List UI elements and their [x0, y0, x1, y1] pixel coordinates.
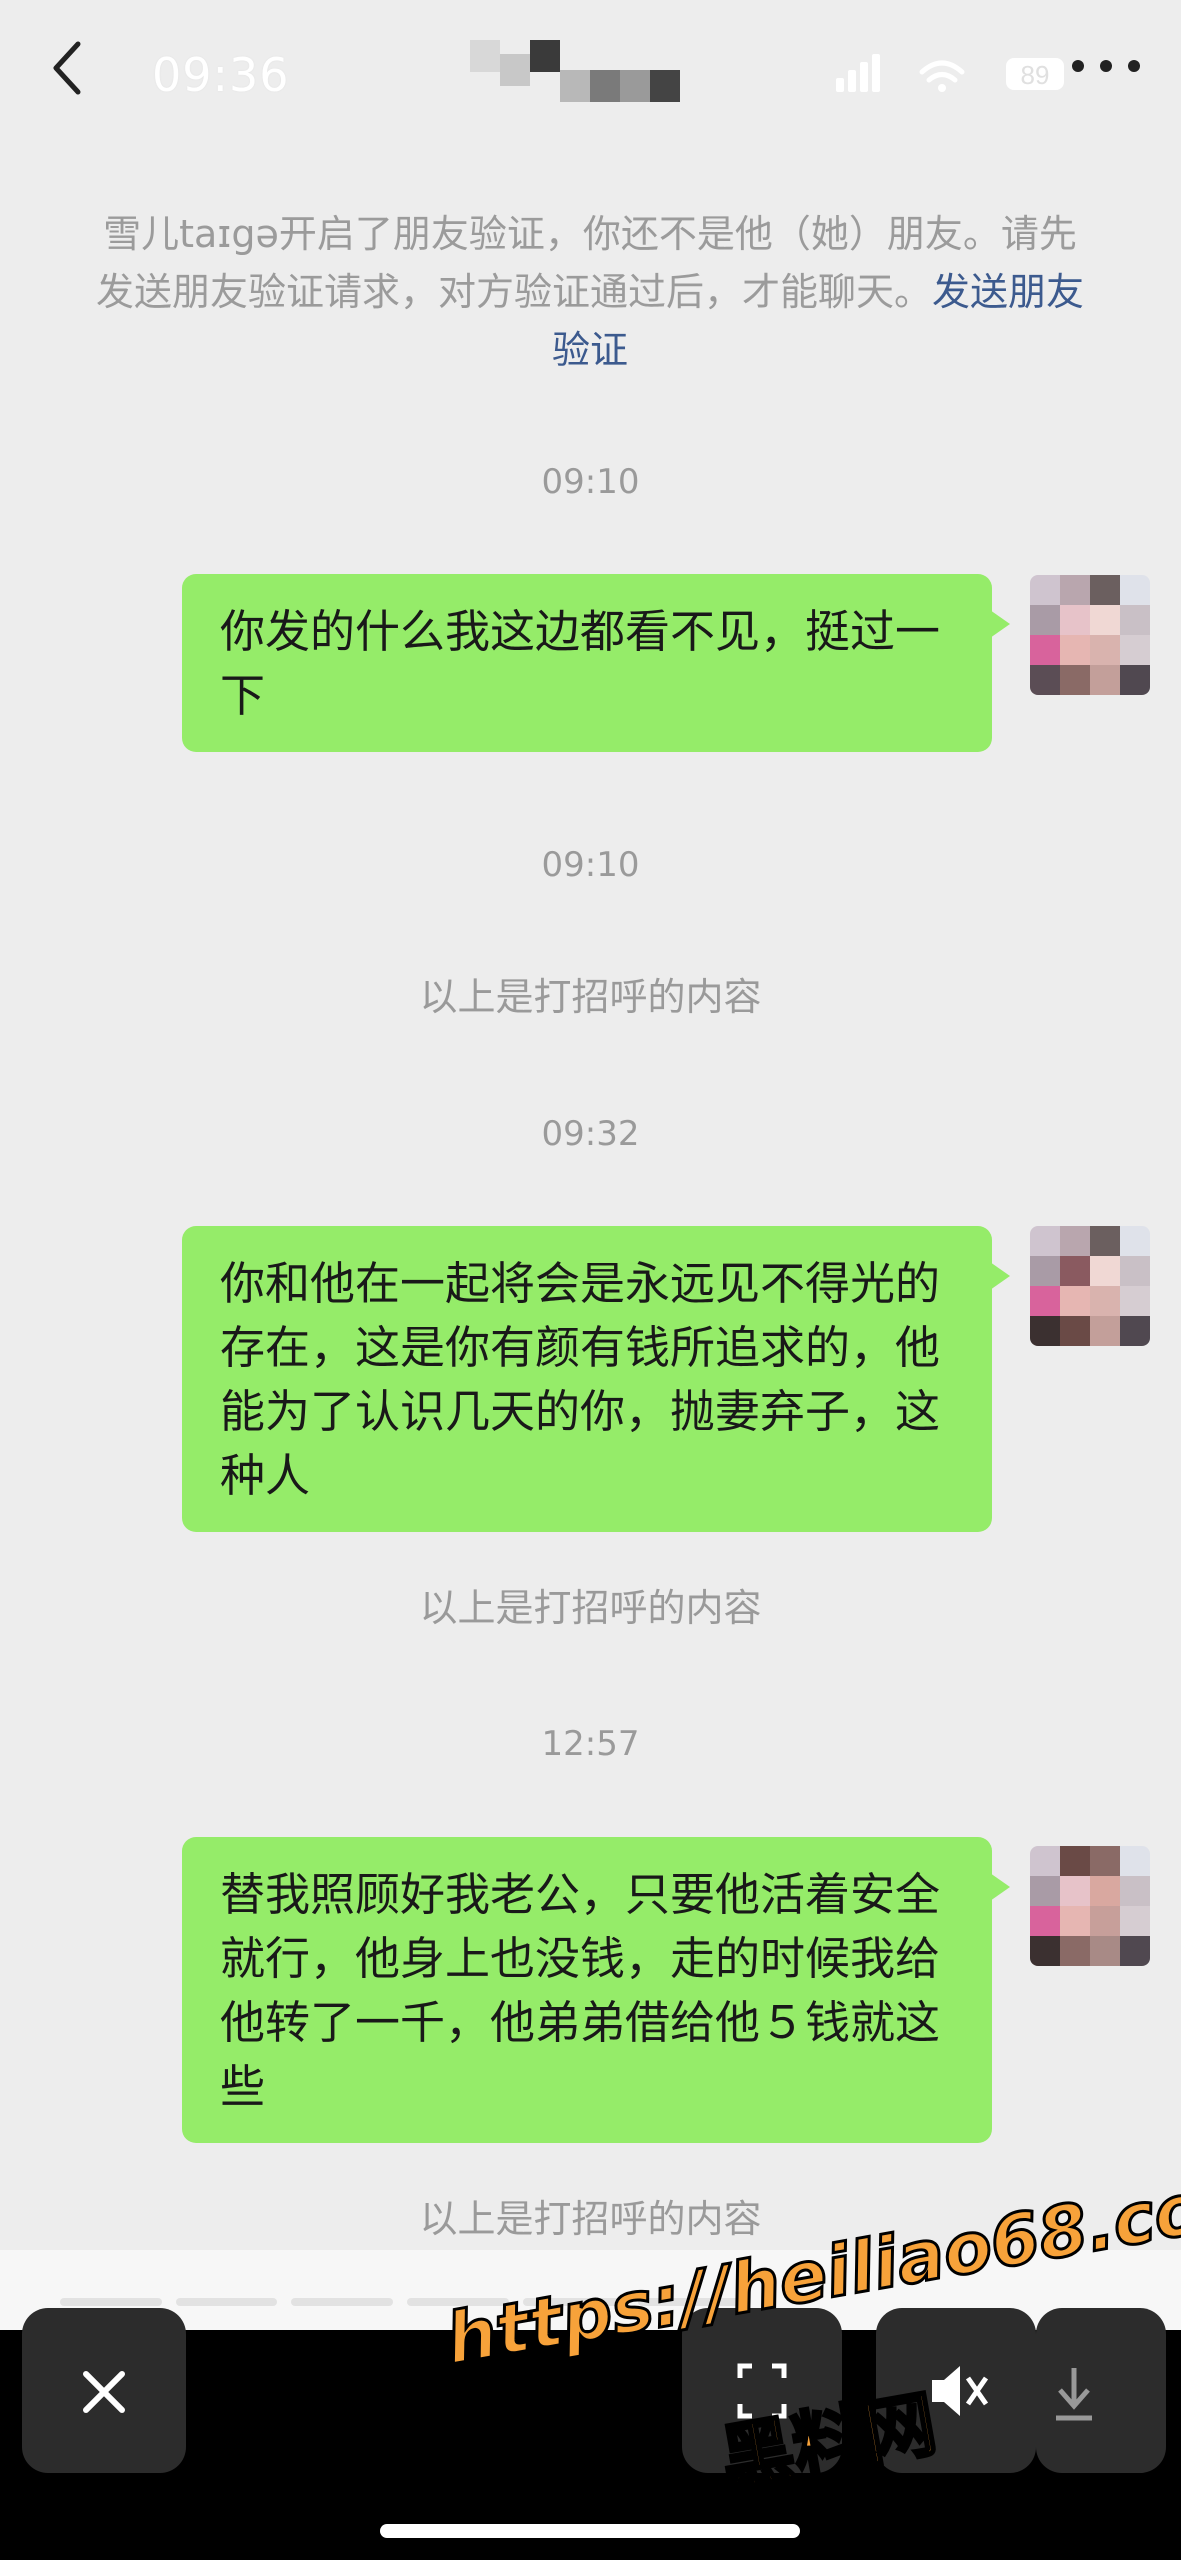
- notice-text: 雪儿taɪgə开启了朋友验证，你还不是他（她）朋友。请先发送朋友验证请求，对方验…: [95, 212, 1077, 314]
- avatar[interactable]: [1030, 1226, 1150, 1346]
- message-timestamp: 09:10: [541, 462, 640, 502]
- chat-title-blurred[interactable]: [470, 40, 680, 104]
- avatar[interactable]: [1030, 1846, 1150, 1966]
- greeting-system-note: 以上是打招呼的内容: [419, 975, 762, 1019]
- avatar[interactable]: [1030, 575, 1150, 695]
- message-bubble[interactable]: 你和他在一起将会是永远见不得光的存在，这是你有颜有钱所追求的，他能为了认识几天的…: [182, 1226, 1010, 1532]
- greeting-system-note: 以上是打招呼的内容: [419, 1586, 762, 1630]
- cellular-icon: [836, 54, 880, 92]
- message-bubble[interactable]: 你发的什么我这边都看不见，挺过一下: [182, 574, 1010, 752]
- battery-level: 89: [1021, 60, 1050, 90]
- message-bubble[interactable]: 替我照顾好我老公，只要他活着安全就行，他身上也没钱，走的时候我给他转了一千，他弟…: [182, 1837, 1010, 2143]
- close-icon: [83, 2371, 125, 2413]
- close-button[interactable]: [22, 2308, 186, 2473]
- download-icon: [1056, 2368, 1092, 2421]
- back-chevron-icon[interactable]: [44, 38, 94, 98]
- friend-verification-notice: 雪儿taɪgə开启了朋友验证，你还不是他（她）朋友。请先发送朋友验证请求，对方验…: [90, 205, 1090, 379]
- more-dots-icon[interactable]: [1068, 56, 1144, 76]
- message-timestamp: 09:32: [541, 1114, 640, 1154]
- wifi-icon: [919, 60, 965, 83]
- status-time: 09:36: [152, 48, 290, 102]
- download-button[interactable]: [1036, 2308, 1166, 2473]
- status-icons: 89: [836, 54, 1064, 92]
- home-indicator[interactable]: [380, 2524, 800, 2538]
- message-timestamp: 09:10: [541, 845, 640, 885]
- message-timestamp: 12:57: [541, 1724, 640, 1764]
